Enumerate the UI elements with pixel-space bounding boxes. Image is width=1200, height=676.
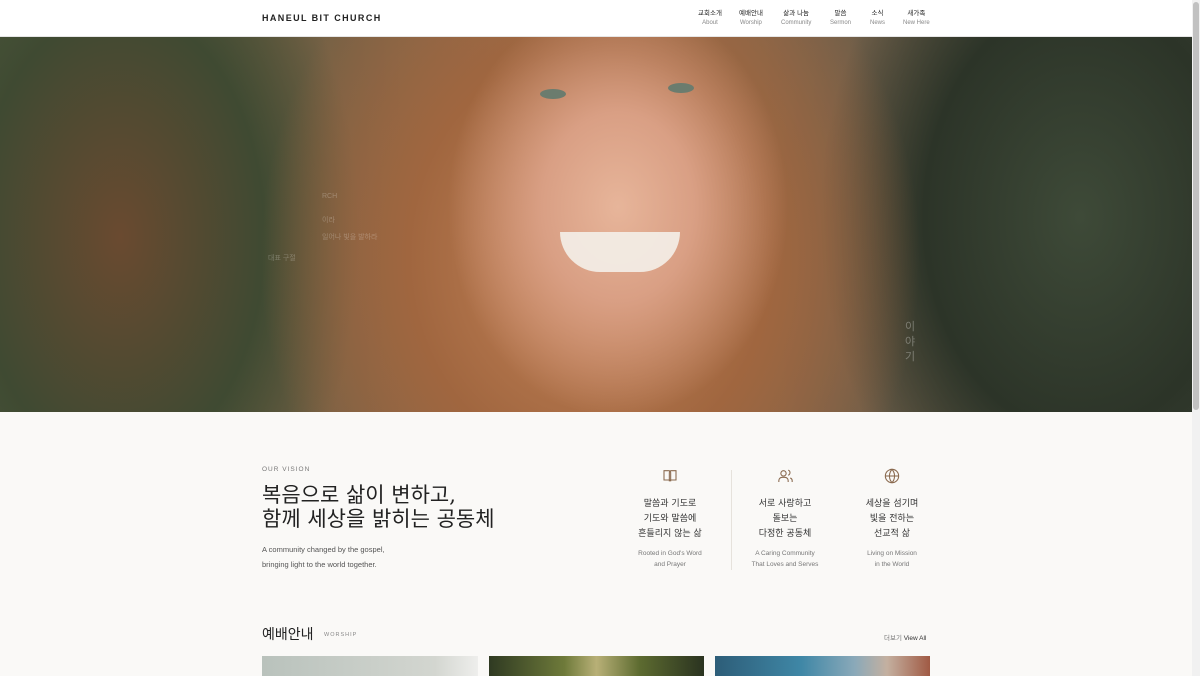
vision-title: 복음으로 삶이 변하고, 함께 세상을 밝히는 공동체 <box>262 483 592 531</box>
view-all-link[interactable]: 더보기 View All <box>884 632 926 642</box>
worship-card-image[interactable] <box>715 656 930 676</box>
nav-label-en: Sermon <box>830 20 852 26</box>
nav-label-ko: 소식 <box>871 10 884 17</box>
hero-overlay-text: RCH <box>322 193 338 200</box>
pillar-caption-line: Rooted in God's Word <box>638 550 702 557</box>
vision-eyebrow: OUR VISION <box>262 466 311 473</box>
pillar-caption-line: in the World <box>874 561 910 568</box>
pillar-title-line: 선교적 삶 <box>874 529 910 539</box>
hero-vertical-text: 이야기 <box>904 321 916 363</box>
pillar-title: 서로 사랑하고 돌보는 다정한 공동체 <box>735 497 835 542</box>
hero-overlay-text: 일어나 빛을 발하라 <box>322 234 378 241</box>
nav-label-ko: 교회소개 <box>698 10 722 17</box>
pillar-caption-line: A Caring Community <box>755 550 815 557</box>
book-icon <box>663 470 677 482</box>
site-logo[interactable]: HANEUL BIT CHURCH <box>262 13 382 23</box>
hero-overlay-text: 이라 <box>322 217 335 224</box>
pillar-title-line: 기도와 말씀에 <box>643 514 697 524</box>
view-all-ko: 더보기 <box>884 635 902 642</box>
pillar-caption: Rooted in God's Word and Prayer <box>620 548 720 570</box>
pillar-title-line: 세상을 섬기며 <box>865 499 919 509</box>
pillar-title: 세상을 섬기며 빛을 전하는 선교적 삶 <box>842 497 942 542</box>
hero-photo-detail <box>560 232 680 272</box>
pillar-title-line: 서로 사랑하고 <box>758 499 812 509</box>
people-icon <box>777 469 793 482</box>
vision-title-line: 함께 세상을 밝히는 공동체 <box>262 507 495 531</box>
nav-label-en: Community <box>781 20 812 26</box>
nav-label-ko: 예배안내 <box>739 10 763 17</box>
nav-item-new-here[interactable]: 새가족 New Here <box>903 9 930 28</box>
nav-label-en: New Here <box>903 20 930 26</box>
pillar-caption-line: Living on Mission <box>867 550 917 557</box>
pillar-title-line: 빛을 전하는 <box>869 514 915 524</box>
nav-label-ko: 삶과 나눔 <box>783 10 810 17</box>
worship-section-tag: WORSHIP <box>324 632 358 638</box>
pillar-divider <box>731 470 732 570</box>
vision-pillar-mission: 세상을 섬기며 빛을 전하는 선교적 삶 Living on Mission i… <box>842 468 942 570</box>
nav-item-community[interactable]: 삶과 나눔 Community <box>781 9 811 28</box>
scrollbar-thumb[interactable] <box>1193 2 1199 410</box>
pillar-caption: A Caring Community That Loves and Serves <box>735 548 835 570</box>
pillar-title: 말씀과 기도로 기도와 말씀에 흔들리지 않는 삶 <box>620 497 720 542</box>
hero-photo-detail <box>668 83 694 93</box>
view-all-en: View All <box>903 635 927 642</box>
pillar-caption-line: and Prayer <box>654 561 686 568</box>
nav-item-sermon[interactable]: 말씀 Sermon <box>830 9 851 28</box>
site-header: HANEUL BIT CHURCH 교회소개 About 예배안내 Worshi… <box>0 0 1192 37</box>
worship-card-image[interactable] <box>262 656 478 676</box>
vision-subtitle: A community changed by the gospel, bring… <box>262 542 462 572</box>
nav-label-en: News <box>870 20 886 26</box>
vision-title-line: 복음으로 삶이 변하고, <box>262 483 456 507</box>
hero-image: RCH 이라 일어나 빛을 발하라 대표 구절 이야기 <box>0 37 1192 412</box>
vision-pillar-community: 서로 사랑하고 돌보는 다정한 공동체 A Caring Community T… <box>735 468 835 570</box>
nav-item-worship[interactable]: 예배안내 Worship <box>739 9 763 28</box>
nav-label-en: Worship <box>740 20 762 26</box>
nav-label-ko: 말씀 <box>834 10 847 17</box>
pillar-title-line: 다정한 공동체 <box>758 529 812 539</box>
pillar-caption: Living on Mission in the World <box>842 548 942 570</box>
vision-pillar-word: 말씀과 기도로 기도와 말씀에 흔들리지 않는 삶 Rooted in God'… <box>620 468 720 570</box>
vision-subtitle-line: A community changed by the gospel, <box>262 545 385 554</box>
worship-section-title: 예배안내 <box>262 627 314 643</box>
globe-icon <box>884 468 900 484</box>
pillar-title-line: 돌보는 <box>772 514 798 524</box>
pillar-title-line: 말씀과 기도로 <box>643 499 697 509</box>
pillar-title-line: 흔들리지 않는 삶 <box>638 529 702 539</box>
nav-label-ko: 새가족 <box>907 10 926 17</box>
pillar-caption-line: That Loves and Serves <box>751 561 819 568</box>
vision-subtitle-line: bringing light to the world together. <box>262 560 377 569</box>
hero-overlay-text: 대표 구절 <box>268 255 296 262</box>
worship-card-image[interactable] <box>489 656 704 676</box>
hero-photo-detail <box>540 89 566 99</box>
nav-item-news[interactable]: 소식 News <box>870 9 885 28</box>
nav-item-about[interactable]: 교회소개 About <box>698 9 722 28</box>
nav-label-en: About <box>702 20 718 26</box>
